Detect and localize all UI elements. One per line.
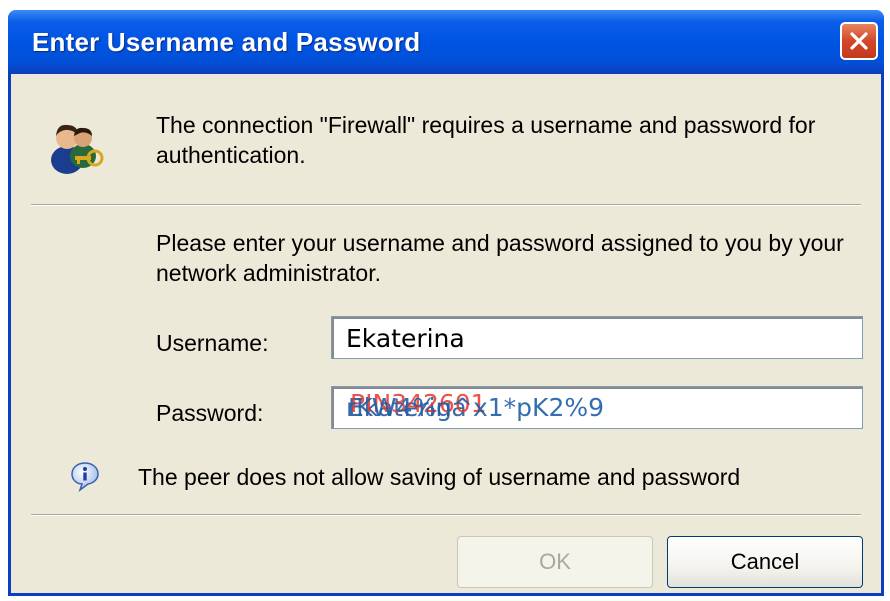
separator-top	[31, 204, 861, 206]
password-label: Password:	[156, 400, 264, 426]
title-bar[interactable]: Enter Username and Password	[8, 10, 884, 74]
close-button[interactable]	[840, 22, 878, 60]
password-value-overlay-3: rKW4%g^x1*pK2%9	[346, 393, 605, 422]
connection-message: The connection "Firewall" requires a use…	[156, 112, 816, 168]
dialog-body: The connection "Firewall" requires a use…	[11, 74, 881, 593]
ok-button[interactable]: OK	[457, 536, 653, 588]
username-label: Username:	[156, 330, 269, 356]
username-value: Ekaterina	[346, 324, 465, 353]
users-key-icon	[51, 124, 104, 174]
cancel-button[interactable]: Cancel	[667, 536, 863, 588]
save-credentials-info: The peer does not allow saving of userna…	[138, 464, 741, 490]
instruction-text: Please enter your username and password …	[156, 230, 844, 286]
info-icon	[71, 462, 99, 492]
dialog-title: Enter Username and Password	[32, 27, 421, 57]
username-field[interactable]: Ekaterina	[331, 316, 863, 359]
dialog-window: Enter Username and Password The connecti…	[8, 10, 884, 596]
separator-bottom	[31, 514, 861, 516]
password-field[interactable]: Ekaterina PIN342601 rKW4%g^x1*pK2%9	[331, 386, 863, 429]
close-icon	[850, 32, 868, 50]
